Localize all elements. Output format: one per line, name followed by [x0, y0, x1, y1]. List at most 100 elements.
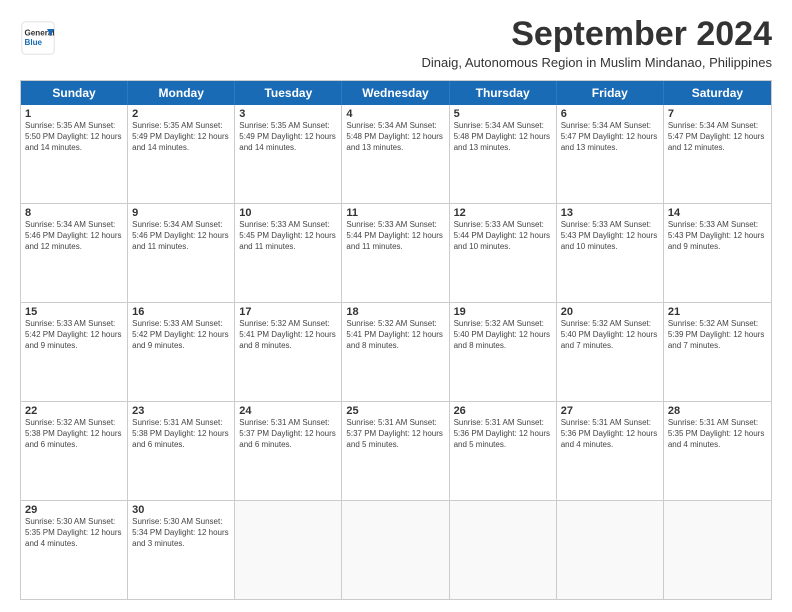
cell-3-4: 18Sunrise: 5:32 AM Sunset: 5:41 PM Dayli… — [342, 303, 449, 401]
cell-1-2: 2Sunrise: 5:35 AM Sunset: 5:49 PM Daylig… — [128, 105, 235, 203]
cell-4-6: 27Sunrise: 5:31 AM Sunset: 5:36 PM Dayli… — [557, 402, 664, 500]
day-number: 16 — [132, 306, 230, 318]
day-info: Sunrise: 5:31 AM Sunset: 5:37 PM Dayligh… — [346, 418, 444, 450]
day-number: 28 — [668, 405, 767, 417]
week-row-1: 1Sunrise: 5:35 AM Sunset: 5:50 PM Daylig… — [21, 105, 771, 204]
title-block: September 2024 Dinaig, Autonomous Region… — [422, 16, 772, 70]
day-info: Sunrise: 5:34 AM Sunset: 5:48 PM Dayligh… — [454, 121, 552, 153]
cell-2-5: 12Sunrise: 5:33 AM Sunset: 5:44 PM Dayli… — [450, 204, 557, 302]
day-number: 30 — [132, 504, 230, 516]
header-monday: Monday — [128, 81, 235, 105]
day-number: 20 — [561, 306, 659, 318]
cell-4-5: 26Sunrise: 5:31 AM Sunset: 5:36 PM Dayli… — [450, 402, 557, 500]
calendar: Sunday Monday Tuesday Wednesday Thursday… — [20, 80, 772, 600]
cell-1-6: 6Sunrise: 5:34 AM Sunset: 5:47 PM Daylig… — [557, 105, 664, 203]
week-row-2: 8Sunrise: 5:34 AM Sunset: 5:46 PM Daylig… — [21, 204, 771, 303]
cell-3-2: 16Sunrise: 5:33 AM Sunset: 5:42 PM Dayli… — [128, 303, 235, 401]
header-sunday: Sunday — [21, 81, 128, 105]
cell-5-2: 30Sunrise: 5:30 AM Sunset: 5:34 PM Dayli… — [128, 501, 235, 599]
day-info: Sunrise: 5:33 AM Sunset: 5:45 PM Dayligh… — [239, 220, 337, 252]
day-info: Sunrise: 5:35 AM Sunset: 5:49 PM Dayligh… — [132, 121, 230, 153]
day-number: 13 — [561, 207, 659, 219]
day-number: 10 — [239, 207, 337, 219]
day-number: 23 — [132, 405, 230, 417]
day-info: Sunrise: 5:31 AM Sunset: 5:36 PM Dayligh… — [561, 418, 659, 450]
cell-2-4: 11Sunrise: 5:33 AM Sunset: 5:44 PM Dayli… — [342, 204, 449, 302]
cell-2-6: 13Sunrise: 5:33 AM Sunset: 5:43 PM Dayli… — [557, 204, 664, 302]
day-number: 26 — [454, 405, 552, 417]
header-friday: Friday — [557, 81, 664, 105]
cell-3-5: 19Sunrise: 5:32 AM Sunset: 5:40 PM Dayli… — [450, 303, 557, 401]
cell-1-3: 3Sunrise: 5:35 AM Sunset: 5:49 PM Daylig… — [235, 105, 342, 203]
cell-5-4 — [342, 501, 449, 599]
cell-5-6 — [557, 501, 664, 599]
cell-4-3: 24Sunrise: 5:31 AM Sunset: 5:37 PM Dayli… — [235, 402, 342, 500]
cell-1-5: 5Sunrise: 5:34 AM Sunset: 5:48 PM Daylig… — [450, 105, 557, 203]
day-number: 5 — [454, 108, 552, 120]
day-number: 29 — [25, 504, 123, 516]
day-number: 7 — [668, 108, 767, 120]
page: General Blue September 2024 Dinaig, Auto… — [0, 0, 792, 612]
day-info: Sunrise: 5:31 AM Sunset: 5:36 PM Dayligh… — [454, 418, 552, 450]
calendar-body: 1Sunrise: 5:35 AM Sunset: 5:50 PM Daylig… — [21, 105, 771, 599]
day-info: Sunrise: 5:33 AM Sunset: 5:42 PM Dayligh… — [132, 319, 230, 351]
day-info: Sunrise: 5:34 AM Sunset: 5:46 PM Dayligh… — [132, 220, 230, 252]
header-wednesday: Wednesday — [342, 81, 449, 105]
day-info: Sunrise: 5:33 AM Sunset: 5:43 PM Dayligh… — [668, 220, 767, 252]
header-thursday: Thursday — [450, 81, 557, 105]
day-info: Sunrise: 5:35 AM Sunset: 5:49 PM Dayligh… — [239, 121, 337, 153]
cell-2-2: 9Sunrise: 5:34 AM Sunset: 5:46 PM Daylig… — [128, 204, 235, 302]
cell-4-2: 23Sunrise: 5:31 AM Sunset: 5:38 PM Dayli… — [128, 402, 235, 500]
day-number: 12 — [454, 207, 552, 219]
subtitle: Dinaig, Autonomous Region in Muslim Mind… — [422, 55, 772, 70]
week-row-3: 15Sunrise: 5:33 AM Sunset: 5:42 PM Dayli… — [21, 303, 771, 402]
cell-2-7: 14Sunrise: 5:33 AM Sunset: 5:43 PM Dayli… — [664, 204, 771, 302]
header: General Blue September 2024 Dinaig, Auto… — [20, 16, 772, 70]
day-info: Sunrise: 5:32 AM Sunset: 5:39 PM Dayligh… — [668, 319, 767, 351]
week-row-4: 22Sunrise: 5:32 AM Sunset: 5:38 PM Dayli… — [21, 402, 771, 501]
day-number: 25 — [346, 405, 444, 417]
day-number: 19 — [454, 306, 552, 318]
logo-icon: General Blue — [20, 20, 56, 56]
day-number: 4 — [346, 108, 444, 120]
day-number: 2 — [132, 108, 230, 120]
header-tuesday: Tuesday — [235, 81, 342, 105]
day-info: Sunrise: 5:32 AM Sunset: 5:40 PM Dayligh… — [561, 319, 659, 351]
day-info: Sunrise: 5:30 AM Sunset: 5:34 PM Dayligh… — [132, 517, 230, 549]
cell-5-7 — [664, 501, 771, 599]
day-number: 21 — [668, 306, 767, 318]
day-info: Sunrise: 5:31 AM Sunset: 5:35 PM Dayligh… — [668, 418, 767, 450]
cell-3-1: 15Sunrise: 5:33 AM Sunset: 5:42 PM Dayli… — [21, 303, 128, 401]
day-info: Sunrise: 5:34 AM Sunset: 5:46 PM Dayligh… — [25, 220, 123, 252]
day-info: Sunrise: 5:35 AM Sunset: 5:50 PM Dayligh… — [25, 121, 123, 153]
logo: General Blue — [20, 20, 56, 56]
header-saturday: Saturday — [664, 81, 771, 105]
day-info: Sunrise: 5:32 AM Sunset: 5:38 PM Dayligh… — [25, 418, 123, 450]
month-title: September 2024 — [422, 16, 772, 53]
cell-2-3: 10Sunrise: 5:33 AM Sunset: 5:45 PM Dayli… — [235, 204, 342, 302]
day-number: 3 — [239, 108, 337, 120]
day-number: 22 — [25, 405, 123, 417]
day-info: Sunrise: 5:34 AM Sunset: 5:47 PM Dayligh… — [668, 121, 767, 153]
cell-2-1: 8Sunrise: 5:34 AM Sunset: 5:46 PM Daylig… — [21, 204, 128, 302]
week-row-5: 29Sunrise: 5:30 AM Sunset: 5:35 PM Dayli… — [21, 501, 771, 599]
cell-4-7: 28Sunrise: 5:31 AM Sunset: 5:35 PM Dayli… — [664, 402, 771, 500]
svg-text:Blue: Blue — [25, 38, 43, 47]
day-info: Sunrise: 5:34 AM Sunset: 5:48 PM Dayligh… — [346, 121, 444, 153]
cell-5-3 — [235, 501, 342, 599]
day-number: 6 — [561, 108, 659, 120]
cell-1-1: 1Sunrise: 5:35 AM Sunset: 5:50 PM Daylig… — [21, 105, 128, 203]
calendar-header: Sunday Monday Tuesday Wednesday Thursday… — [21, 81, 771, 105]
day-info: Sunrise: 5:33 AM Sunset: 5:44 PM Dayligh… — [346, 220, 444, 252]
day-info: Sunrise: 5:33 AM Sunset: 5:44 PM Dayligh… — [454, 220, 552, 252]
day-info: Sunrise: 5:31 AM Sunset: 5:38 PM Dayligh… — [132, 418, 230, 450]
day-info: Sunrise: 5:32 AM Sunset: 5:41 PM Dayligh… — [346, 319, 444, 351]
day-number: 24 — [239, 405, 337, 417]
day-info: Sunrise: 5:31 AM Sunset: 5:37 PM Dayligh… — [239, 418, 337, 450]
cell-3-6: 20Sunrise: 5:32 AM Sunset: 5:40 PM Dayli… — [557, 303, 664, 401]
cell-1-7: 7Sunrise: 5:34 AM Sunset: 5:47 PM Daylig… — [664, 105, 771, 203]
day-number: 17 — [239, 306, 337, 318]
day-number: 9 — [132, 207, 230, 219]
cell-4-1: 22Sunrise: 5:32 AM Sunset: 5:38 PM Dayli… — [21, 402, 128, 500]
day-number: 1 — [25, 108, 123, 120]
